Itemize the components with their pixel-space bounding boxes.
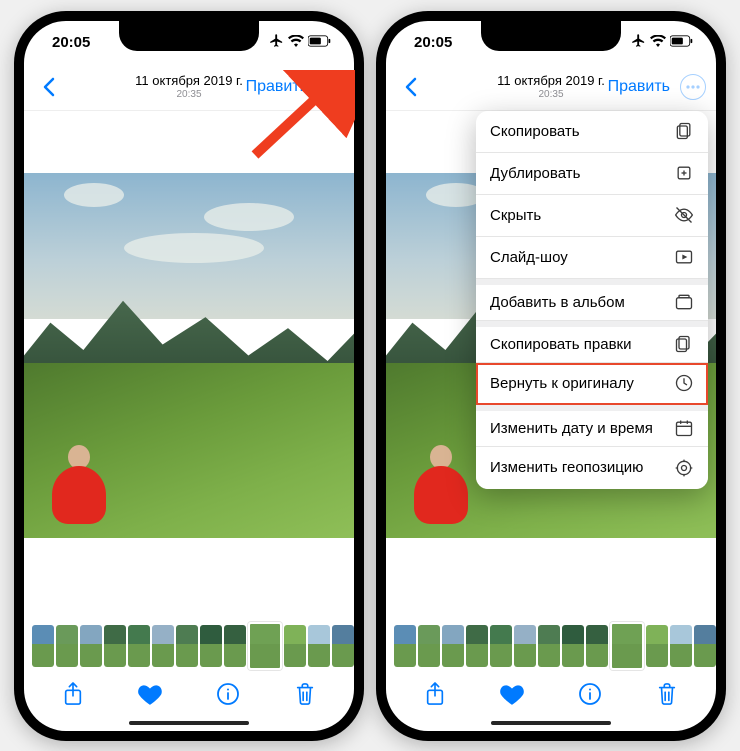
- nav-title-time: 20:35: [135, 89, 243, 101]
- thumbnail[interactable]: [418, 625, 440, 667]
- thumbnail[interactable]: [308, 625, 330, 667]
- thumbnail[interactable]: [694, 625, 716, 667]
- thumbnail[interactable]: [200, 625, 222, 667]
- share-button[interactable]: [58, 679, 88, 709]
- phone-left: 20:05 11 октября 2019 г. 20:35: [14, 11, 364, 741]
- thumbnail[interactable]: [538, 625, 560, 667]
- wifi-icon: [650, 34, 666, 51]
- menu-add-album[interactable]: Добавить в альбом: [476, 279, 708, 321]
- thumbnail[interactable]: [670, 625, 692, 667]
- battery-icon: [670, 34, 694, 51]
- album-icon: [674, 292, 694, 312]
- thumbnail[interactable]: [224, 625, 246, 667]
- menu-duplicate-label: Дублировать: [490, 165, 580, 182]
- trash-button[interactable]: [652, 679, 682, 709]
- nav-title-time: 20:35: [497, 89, 605, 101]
- thumbnail[interactable]: [610, 622, 644, 670]
- trash-button[interactable]: [290, 679, 320, 709]
- thumbnail[interactable]: [176, 625, 198, 667]
- thumbnail-strip[interactable]: [24, 621, 354, 671]
- nav-title: 11 октября 2019 г. 20:35: [135, 74, 243, 100]
- wifi-icon: [288, 34, 304, 51]
- thumbnail[interactable]: [104, 625, 126, 667]
- favorite-button[interactable]: [497, 679, 527, 709]
- battery-icon: [308, 34, 332, 51]
- nav-bar: 11 октября 2019 г. 20:35 Править: [386, 65, 716, 111]
- menu-slideshow[interactable]: Слайд-шоу: [476, 237, 708, 279]
- copy-edits-icon: [674, 334, 694, 354]
- thumbnail-strip[interactable]: [386, 621, 716, 671]
- person-in-photo: [52, 439, 112, 524]
- duplicate-icon: [674, 163, 694, 183]
- menu-revert[interactable]: Вернуть к оригиналу: [476, 363, 708, 405]
- airplane-icon: [269, 33, 284, 52]
- location-icon: [674, 458, 694, 478]
- nav-bar: 11 октября 2019 г. 20:35 Править: [24, 65, 354, 111]
- menu-slideshow-label: Слайд-шоу: [490, 249, 568, 266]
- thumbnail[interactable]: [152, 625, 174, 667]
- thumbnail[interactable]: [586, 625, 608, 667]
- menu-change-date[interactable]: Изменить дату и время: [476, 405, 708, 447]
- menu-duplicate[interactable]: Дублировать: [476, 153, 708, 195]
- thumbnail[interactable]: [442, 625, 464, 667]
- thumbnail[interactable]: [32, 625, 54, 667]
- nav-title-date: 11 октября 2019 г.: [497, 74, 605, 89]
- edit-button[interactable]: Править: [246, 78, 308, 96]
- menu-change-location-label: Изменить геопозицию: [490, 459, 643, 476]
- hide-icon: [674, 205, 694, 225]
- thumbnail[interactable]: [490, 625, 512, 667]
- menu-copy-edits-label: Скопировать правки: [490, 336, 631, 353]
- menu-hide[interactable]: Скрыть: [476, 195, 708, 237]
- slideshow-icon: [674, 247, 694, 267]
- revert-icon: [674, 373, 694, 393]
- thumbnail[interactable]: [466, 625, 488, 667]
- menu-copy[interactable]: Скопировать: [476, 111, 708, 153]
- menu-change-location[interactable]: Изменить геопозицию: [476, 447, 708, 489]
- share-button[interactable]: [420, 679, 450, 709]
- airplane-icon: [631, 33, 646, 52]
- back-button[interactable]: [396, 72, 426, 102]
- thumbnail[interactable]: [646, 625, 668, 667]
- menu-hide-label: Скрыть: [490, 207, 541, 224]
- thumbnail[interactable]: [514, 625, 536, 667]
- thumbnail[interactable]: [248, 622, 282, 670]
- phone-right: 20:05 11 октября 2019 г. 20:35: [376, 11, 726, 741]
- more-menu: Скопировать Дублировать Скрыть Слайд-шоу: [476, 111, 708, 489]
- menu-copy-edits[interactable]: Скопировать правки: [476, 321, 708, 363]
- thumbnail[interactable]: [562, 625, 584, 667]
- more-button[interactable]: [680, 74, 706, 100]
- person-in-photo: [414, 439, 474, 524]
- photo: [24, 173, 354, 538]
- back-button[interactable]: [34, 72, 64, 102]
- photo-viewer[interactable]: [24, 111, 354, 601]
- calendar-icon: [674, 418, 694, 438]
- nav-title-date: 11 октября 2019 г.: [135, 74, 243, 89]
- status-time: 20:05: [52, 34, 90, 51]
- thumbnail[interactable]: [284, 625, 306, 667]
- thumbnail[interactable]: [80, 625, 102, 667]
- nav-title: 11 октября 2019 г. 20:35: [497, 74, 605, 100]
- notch: [481, 21, 621, 51]
- menu-add-album-label: Добавить в альбом: [490, 294, 625, 311]
- home-indicator[interactable]: [129, 721, 249, 725]
- copy-icon: [674, 121, 694, 141]
- notch: [119, 21, 259, 51]
- favorite-button[interactable]: [135, 679, 165, 709]
- status-time: 20:05: [414, 34, 452, 51]
- home-indicator[interactable]: [491, 721, 611, 725]
- more-button[interactable]: [318, 74, 344, 100]
- info-button[interactable]: [213, 679, 243, 709]
- thumbnail[interactable]: [56, 625, 78, 667]
- menu-change-date-label: Изменить дату и время: [490, 420, 653, 437]
- menu-revert-label: Вернуть к оригиналу: [490, 375, 634, 392]
- thumbnail[interactable]: [394, 625, 416, 667]
- info-button[interactable]: [575, 679, 605, 709]
- edit-button[interactable]: Править: [608, 78, 670, 96]
- menu-copy-label: Скопировать: [490, 123, 580, 140]
- thumbnail[interactable]: [128, 625, 150, 667]
- thumbnail[interactable]: [332, 625, 354, 667]
